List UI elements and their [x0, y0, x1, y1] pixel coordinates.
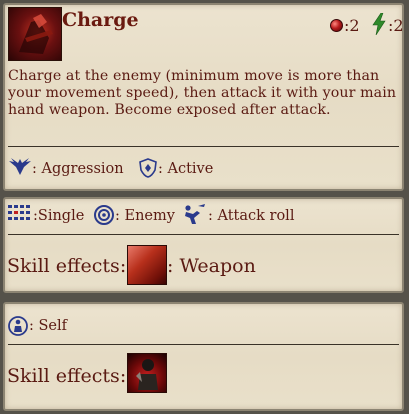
target-label: : Enemy	[115, 208, 175, 224]
stamina-bolt-icon	[372, 13, 386, 35]
skill-description: Charge at the enemy (minimum move is mor…	[8, 68, 397, 118]
skill-header-panel: Charge :2 :2 Charge at the enemy (minimu…	[3, 3, 404, 191]
area-grid-icon	[8, 205, 30, 220]
weapon-effect-icon[interactable]	[127, 245, 167, 285]
skill-tooltip: Charge :2 :2 Charge at the enemy (minimu…	[0, 0, 409, 414]
divider	[8, 234, 399, 235]
skill-title: Charge	[62, 9, 139, 31]
targeting-panel: :Single : Enemy : Attack roll Skill effe…	[3, 197, 404, 293]
stamina-cost-value: :2	[388, 16, 404, 35]
attack-roll-label: : Attack roll	[208, 208, 295, 224]
divider	[8, 344, 399, 345]
area-label: :Single	[33, 208, 85, 224]
self-skill-effects-label: Skill effects:	[7, 365, 127, 387]
health-cost-icon	[330, 19, 343, 32]
aggression-icon	[9, 158, 31, 175]
health-cost-value: :2	[344, 16, 360, 35]
attack-roll-icon	[185, 204, 205, 224]
self-panel: : Self Skill effects:	[3, 302, 404, 411]
divider	[8, 146, 399, 147]
target-enemy-icon	[94, 205, 114, 225]
active-shield-icon	[139, 158, 157, 178]
self-target-icon	[8, 316, 28, 336]
active-label: : Active	[158, 161, 214, 177]
charge-skill-icon	[8, 7, 62, 61]
exposed-effect-icon[interactable]	[127, 353, 167, 393]
self-target-label: : Self	[29, 318, 68, 334]
aggression-label: : Aggression	[32, 161, 124, 177]
skill-effects-label: Skill effects:	[7, 255, 127, 277]
weapon-effect-label: : Weapon	[167, 255, 256, 277]
